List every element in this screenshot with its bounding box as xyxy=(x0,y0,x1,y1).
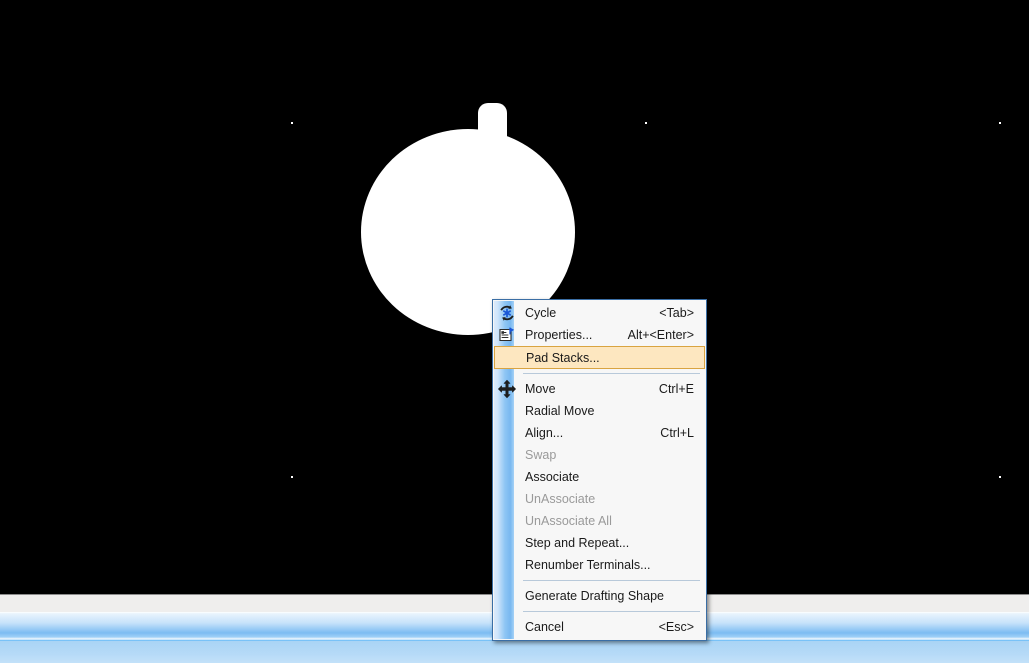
menu-item-shortcut: <Tab> xyxy=(659,306,694,320)
menu-item-label: Move xyxy=(525,382,556,396)
menu-item-step-and-repeat[interactable]: Step and Repeat... xyxy=(493,532,706,554)
cycle-icon xyxy=(497,303,517,323)
menu-item-label: Renumber Terminals... xyxy=(525,558,651,572)
menu-item-label: Pad Stacks... xyxy=(526,350,600,365)
menu-item-label: Properties... xyxy=(525,328,593,342)
pad-tab xyxy=(478,103,507,149)
menu-item-shortcut: Ctrl+L xyxy=(660,426,694,440)
context-menu[interactable]: Cycle <Tab> Properties... Alt+<Enter> Pad St… xyxy=(492,299,707,641)
menu-item-label: Swap xyxy=(525,448,557,462)
menu-item-renumber-terminals[interactable]: Renumber Terminals... xyxy=(493,554,706,576)
grid-dot xyxy=(291,122,293,124)
menu-item-label: Align... xyxy=(525,426,564,440)
menu-item-radial-move[interactable]: Radial Move xyxy=(493,400,706,422)
menu-item-shortcut: Alt+<Enter> xyxy=(627,328,694,342)
menu-item-cycle[interactable]: Cycle <Tab> xyxy=(493,302,706,324)
menu-item-label: UnAssociate All xyxy=(525,514,612,528)
menu-item-list: Cycle <Tab> Properties... Alt+<Enter> Pad St… xyxy=(493,302,706,638)
menu-item-label: Generate Drafting Shape xyxy=(525,589,664,603)
menu-item-swap: Swap xyxy=(493,444,706,466)
menu-item-shortcut: <Esc> xyxy=(658,620,694,634)
menu-item-label: UnAssociate xyxy=(525,492,596,506)
menu-item-associate[interactable]: Associate xyxy=(493,466,706,488)
menu-item-unassociate-all: UnAssociate All xyxy=(493,510,706,532)
menu-item-align[interactable]: Align... Ctrl+L xyxy=(493,422,706,444)
menu-item-cancel[interactable]: Cancel <Esc> xyxy=(493,616,706,638)
menu-item-shortcut: Ctrl+E xyxy=(658,382,694,396)
grid-dot xyxy=(999,476,1001,478)
menu-separator xyxy=(523,373,700,374)
menu-item-label: Radial Move xyxy=(525,404,595,418)
menu-item-label: Cycle xyxy=(525,306,557,320)
move-icon xyxy=(497,379,517,399)
menu-item-pad-stacks[interactable]: Pad Stacks... xyxy=(494,346,705,369)
grid-dot xyxy=(291,476,293,478)
menu-item-label: Cancel xyxy=(525,620,564,634)
menu-separator xyxy=(523,580,700,581)
menu-separator xyxy=(523,611,700,612)
grid-dot xyxy=(999,122,1001,124)
menu-item-properties[interactable]: Properties... Alt+<Enter> xyxy=(493,324,706,346)
menu-item-unassociate: UnAssociate xyxy=(493,488,706,510)
properties-icon xyxy=(497,325,517,345)
menu-item-generate-drafting-shape[interactable]: Generate Drafting Shape xyxy=(493,585,706,607)
taskbar-lower-band xyxy=(0,641,1029,663)
grid-dot xyxy=(645,122,647,124)
menu-item-move[interactable]: Move Ctrl+E xyxy=(493,378,706,400)
menu-item-label: Step and Repeat... xyxy=(525,536,630,550)
menu-item-label: Associate xyxy=(525,470,580,484)
